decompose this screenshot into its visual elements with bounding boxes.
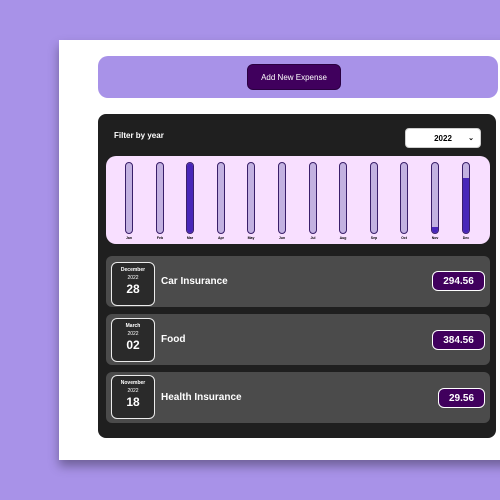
chart-bar (278, 162, 286, 234)
chevron-down-icon: ⌄ (468, 135, 474, 142)
expense-amount: 29.56 (438, 388, 485, 408)
expense-year: 2022 (127, 331, 139, 337)
chart-bar-label: Jun (278, 236, 286, 240)
expense-year: 2022 (127, 275, 139, 281)
expense-amount: 294.56 (432, 271, 485, 291)
filter-label: Filter by year (114, 131, 164, 140)
chart-bar (125, 162, 133, 234)
expense-year: 2022 (127, 388, 139, 394)
expense-date: March 2022 02 (111, 318, 155, 362)
chart-bar-label: Feb (156, 236, 164, 240)
add-new-expense-button[interactable]: Add New Expense (247, 64, 341, 90)
expense-date: December 2022 28 (111, 262, 155, 306)
chart-bar-label: Jul (310, 236, 316, 240)
chart-bar-label: Apr (217, 236, 225, 240)
chart-bar-label: Jan (125, 236, 133, 240)
expense-day: 28 (126, 282, 140, 296)
chart-bar-label: Mar (186, 236, 194, 240)
chart-bar (309, 162, 317, 234)
expense-day: 02 (126, 338, 140, 352)
chart-bar-fill (432, 227, 438, 233)
expense-title: Health Insurance (161, 392, 242, 403)
chart-bar (370, 162, 378, 234)
chart-bar-label: May (247, 236, 255, 240)
chart-bar (400, 162, 408, 234)
expense-amount: 384.56 (432, 330, 485, 350)
chart-bar-label: Oct (401, 236, 407, 240)
expense-day: 18 (126, 395, 140, 409)
chart-bar-label: Aug (339, 236, 347, 240)
chart-bar-label: Nov (431, 236, 439, 240)
chart-bar-fill (463, 178, 469, 233)
chart-bar (156, 162, 164, 234)
chart-bar (186, 162, 194, 234)
expense-date: November 2022 18 (111, 375, 155, 419)
expense-month: December (120, 267, 146, 273)
chart-bar (339, 162, 347, 234)
expense-month: November (120, 380, 146, 386)
chart-bar (217, 162, 225, 234)
year-select[interactable]: 2022 ⌄ (405, 128, 481, 148)
expense-title: Car Insurance (161, 276, 228, 287)
chart-bar (247, 162, 255, 234)
chart-bar-fill (187, 163, 193, 233)
chart-bar-label: Sep (370, 236, 378, 240)
year-select-value: 2022 (434, 133, 452, 143)
expense-month: March (125, 323, 141, 329)
chart-bar-label: Dec (462, 236, 470, 240)
chart-bar (462, 162, 470, 234)
expense-title: Food (161, 334, 186, 345)
chart-bar (431, 162, 439, 234)
